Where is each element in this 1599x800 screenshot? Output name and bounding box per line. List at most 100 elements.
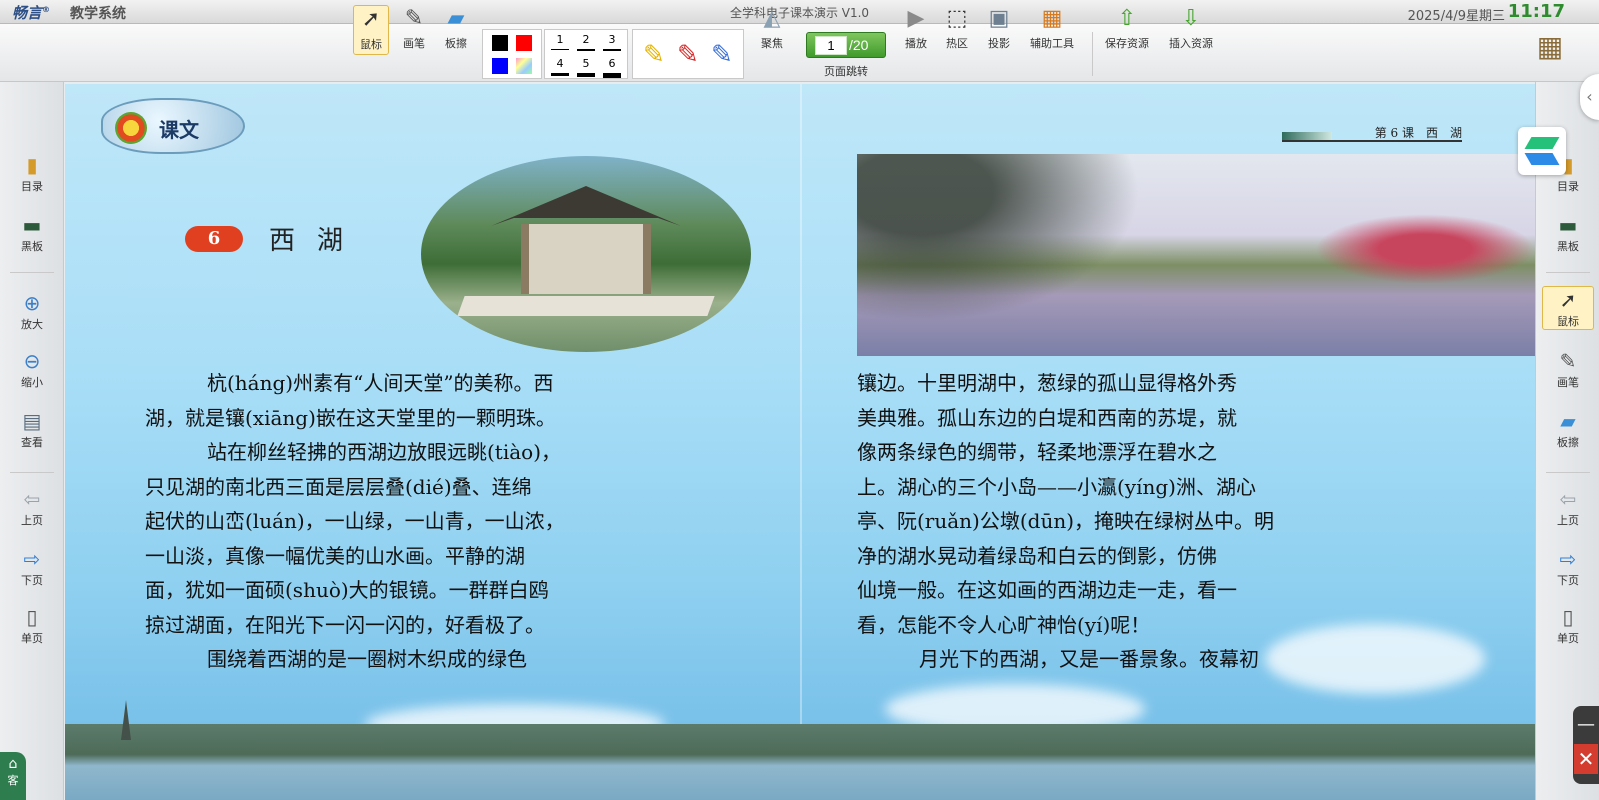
toolbox-icon: ▦ (1041, 6, 1063, 31)
cursor-move-icon: ➚ (1559, 288, 1577, 312)
download-arrow-icon: ⇩ (1181, 6, 1201, 31)
zoom-in-icon: ⊕ (23, 291, 41, 315)
hotspot-button[interactable]: ⬚ 热区 (941, 5, 973, 55)
notebook-icon: ▮ (26, 153, 38, 177)
right-next-page-button[interactable]: ⇨ 下页 (1542, 546, 1594, 588)
logo-stripe-green (1524, 137, 1560, 149)
play-icon: ▶ (907, 6, 925, 31)
right-eraser-button[interactable]: ▰ 板擦 (1542, 408, 1594, 450)
zoom-in-button[interactable]: ⊕ 放大 (6, 290, 58, 332)
panel-separator (1546, 472, 1590, 473)
width-option-5[interactable]: 5 (577, 57, 595, 70)
running-header: 第 6 课 西 湖 (1374, 126, 1462, 140)
view-button[interactable]: ▤ 查看 (6, 408, 58, 450)
menu-grid-button[interactable]: ▦ (1532, 33, 1568, 69)
zoom-out-icon: ⊖ (23, 349, 41, 373)
single-page-icon: ▯ (1562, 605, 1574, 629)
right-blackboard-button[interactable]: ▬ 黑板 (1542, 212, 1594, 254)
book-spine (800, 84, 802, 800)
save-resource-button[interactable]: ⇧ 保存资源 (1101, 5, 1153, 55)
minimize-button[interactable]: — (1576, 714, 1596, 736)
lake-landscape (65, 724, 1535, 800)
width-line-4 (551, 73, 569, 76)
eraser-tool-button[interactable]: ▰ 板擦 (438, 5, 474, 55)
date-display: 2025/4/9星期三 (1407, 9, 1505, 24)
assist-tools-button[interactable]: ▦ 辅助工具 (1027, 5, 1077, 55)
text-line: 月光下的西湖，又是一番景象。夜幕初 (919, 647, 1259, 671)
color-swatch-blue[interactable] (492, 58, 508, 74)
page-number-input[interactable] (815, 36, 847, 55)
left-toc-button[interactable]: ▮ 目录 (6, 152, 58, 194)
left-prev-page-button[interactable]: ⇦ 上页 (6, 486, 58, 528)
pen-type-palette: ✎ ✎ ✎ (632, 29, 744, 79)
minimize-icon: — (1577, 714, 1595, 735)
zoom-out-button[interactable]: ⊖ 缩小 (6, 348, 58, 390)
text-line: 净的湖水晃动着绿岛和白云的倒影，仿佛 (857, 543, 1217, 568)
color-palette (482, 29, 542, 79)
width-option-3[interactable]: 3 (603, 33, 621, 46)
blackboard-icon: ▬ (1558, 213, 1578, 237)
width-line-2 (577, 49, 595, 51)
pen-tool-button[interactable]: ✎ 画笔 (396, 5, 432, 55)
hotspot-select-icon: ⬚ (946, 6, 968, 31)
color-swatch-custom[interactable] (516, 58, 532, 74)
text-line: 亭、阮(ruǎn)公墩(dūn)，掩映在绿树丛中。明 (857, 509, 1275, 533)
yellow-highlighter-icon[interactable]: ✎ (643, 40, 665, 70)
flower-icon (115, 112, 147, 144)
close-button[interactable]: ✕ (1574, 744, 1598, 774)
right-pen-button[interactable]: ✎ 画笔 (1542, 348, 1594, 390)
width-option-6[interactable]: 6 (603, 57, 621, 70)
width-line-5 (577, 73, 595, 77)
color-swatch-black[interactable] (492, 35, 508, 51)
red-pen-icon[interactable]: ✎ (677, 40, 699, 70)
play-button[interactable]: ▶ 播放 (900, 5, 932, 55)
floating-app-logo[interactable] (1518, 127, 1566, 175)
text-line: 面，犹如一面硕(shuò)大的银镜。一群群白鸥 (145, 578, 549, 602)
projector-icon: ▣ (988, 6, 1010, 31)
text-line: 起伏的山峦(luán)，一山绿，一山青，一山浓， (145, 509, 565, 533)
bridge (457, 296, 715, 316)
left-next-page-button[interactable]: ⇨ 下页 (6, 546, 58, 588)
tree-branch (857, 154, 1177, 344)
left-page-text: 杭(háng)州素有“人间天堂”的美称。西 湖，就是镶(xiāng)嵌在这天堂里… (145, 366, 785, 677)
width-option-4[interactable]: 4 (551, 57, 569, 70)
right-prev-page-button[interactable]: ⇦ 上页 (1542, 486, 1594, 528)
text-line: 镶边。十里明湖中，葱绿的孤山显得格外秀 (857, 371, 1237, 395)
close-icon: ✕ (1577, 747, 1595, 771)
eraser-icon: ▰ (1560, 409, 1576, 433)
window-controls: — ✕ (1573, 706, 1599, 784)
focus-button[interactable]: ◭ 聚焦 (754, 5, 790, 55)
pagoda-silhouette (121, 700, 131, 740)
arrow-left-icon: ⇦ (1559, 487, 1577, 511)
insert-resource-button[interactable]: ⇩ 插入资源 (1165, 5, 1217, 55)
width-option-1[interactable]: 1 (551, 33, 569, 46)
lake-photo (857, 154, 1535, 356)
blue-pen-icon[interactable]: ✎ (711, 40, 733, 70)
left-side-panel: ▮ 目录 ▬ 黑板 ⊕ 放大 ⊖ 缩小 ▤ 查看 ⇦ 上页 ⇨ 下页 ▯ 单页 (0, 82, 64, 800)
chevron-left-icon: ‹ (1586, 87, 1593, 106)
single-page-icon: ▯ (26, 605, 38, 629)
width-option-2[interactable]: 2 (577, 33, 595, 46)
left-blackboard-button[interactable]: ▬ 黑板 (6, 212, 58, 254)
width-line-6 (603, 73, 621, 78)
blackboard-icon: ▬ (22, 213, 42, 237)
arrow-right-icon: ⇨ (23, 547, 41, 571)
mouse-tool-button[interactable]: ➚ 鼠标 (353, 5, 389, 55)
pencil-icon: ✎ (404, 6, 424, 31)
pavilion-body (521, 224, 651, 294)
right-side-panel: ▮ 目录 ▬ 黑板 ➚ 鼠标 ✎ 画笔 ▰ 板擦 ⇦ 上页 ⇨ 下页 ▯ 单页 (1535, 82, 1599, 800)
right-single-page-button[interactable]: ▯ 单页 (1542, 604, 1594, 646)
text-line: 美典雅。孤山东边的白堤和西南的苏堤，就 (857, 405, 1237, 430)
main-toolbar (0, 24, 1599, 82)
projector-button[interactable]: ▣ 投影 (983, 5, 1015, 55)
upload-arrow-icon: ⇧ (1117, 6, 1137, 31)
arrow-right-icon: ⇨ (1559, 547, 1577, 571)
cursor-move-icon: ➚ (361, 7, 381, 32)
arrow-left-icon: ⇦ (23, 487, 41, 511)
text-line: 掠过湖面，在阳光下一闪一闪的，好看极了。 (145, 612, 545, 637)
left-single-page-button[interactable]: ▯ 单页 (6, 604, 58, 646)
corner-home-tab[interactable]: ⌂ 客 (0, 752, 26, 800)
right-mouse-button[interactable]: ➚ 鼠标 (1542, 286, 1594, 330)
color-swatch-red[interactable] (516, 35, 532, 51)
text-line: 围绕着西湖的是一圈树木织成的绿色 (207, 647, 527, 671)
